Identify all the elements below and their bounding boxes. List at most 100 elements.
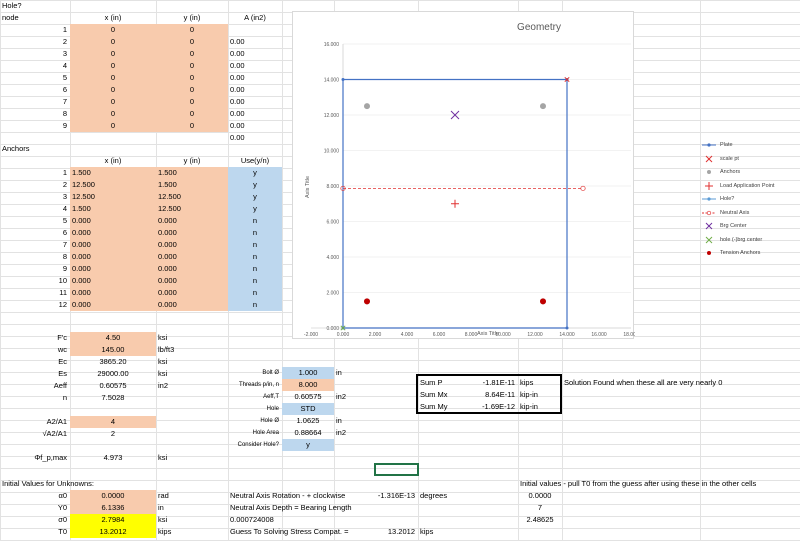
anchor-use-cell[interactable]: n <box>228 215 282 227</box>
anchor-y-cell[interactable]: 12.500 <box>156 203 228 215</box>
anchor-number: 9 <box>62 264 67 273</box>
bolt-unit <box>334 403 394 415</box>
anchor-number: 1 <box>62 168 67 177</box>
anchor-number: 6 <box>62 228 67 237</box>
anchor-use-cell[interactable]: n <box>228 287 282 299</box>
bolt-label: Bolt Ø <box>262 370 279 376</box>
hole-y-cell[interactable]: 0 <box>156 36 228 48</box>
legend-marker <box>705 181 713 190</box>
bolt-label: Threads p/in, n <box>238 382 279 388</box>
anchor-y-cell[interactable]: 1.500 <box>156 167 228 179</box>
anchor-y-cell[interactable]: 0.000 <box>156 215 228 227</box>
anchor-x-cell[interactable]: 1.500 <box>70 167 156 179</box>
property-value[interactable]: 4.50 <box>70 332 156 344</box>
hole-y-cell[interactable]: 0 <box>156 96 228 108</box>
selected-cell[interactable] <box>374 463 419 476</box>
anchor-y-cell[interactable]: 0.000 <box>156 251 228 263</box>
hole-extra-area: 0.00 <box>230 133 245 142</box>
unknown-value[interactable]: 13.2012 <box>70 526 156 538</box>
anchor-x-cell[interactable]: 0.000 <box>70 275 156 287</box>
bolt-value[interactable]: 8.000 <box>282 379 334 391</box>
anchor-use-cell[interactable]: y <box>228 179 282 191</box>
hole-y-cell[interactable]: 0 <box>156 120 228 132</box>
tension-anchor-point <box>540 298 546 305</box>
property-value[interactable]: 145.00 <box>70 344 156 356</box>
anchor-x-cell[interactable]: 0.000 <box>70 251 156 263</box>
anchor-y-cell[interactable]: 0.000 <box>156 299 228 311</box>
anchor-x-cell[interactable]: 1.500 <box>70 203 156 215</box>
anchor-x-cell[interactable]: 12.500 <box>70 179 156 191</box>
anchor-y-cell[interactable]: 0.000 <box>156 227 228 239</box>
bolt-value[interactable]: y <box>282 439 334 451</box>
anchor-use-cell[interactable]: n <box>228 263 282 275</box>
hole-y-cell[interactable]: 0 <box>156 24 228 36</box>
unknown-value[interactable]: 2.7984 <box>70 514 156 526</box>
bolt-label: Hole Ø <box>260 418 279 424</box>
hole-area-cell: 0.00 <box>230 61 245 70</box>
anchor-use-cell[interactable]: y <box>228 191 282 203</box>
sum-unit: kip-in <box>520 402 538 411</box>
unknown-value[interactable]: 0.0000 <box>70 490 156 502</box>
unknown-extra-value <box>368 514 418 526</box>
hole-x-cell[interactable]: 0 <box>70 36 156 48</box>
hole-x-cell[interactable]: 0 <box>70 72 156 84</box>
hole-node-number: 1 <box>62 25 67 34</box>
anchor-x-cell[interactable]: 0.000 <box>70 287 156 299</box>
anchor-y-cell[interactable]: 0.000 <box>156 263 228 275</box>
unknown-initial-value <box>518 526 562 538</box>
anchor-use-cell[interactable]: n <box>228 251 282 263</box>
property-unit <box>156 392 228 404</box>
anchor-use-cell[interactable]: n <box>228 299 282 311</box>
hole-y-cell[interactable]: 0 <box>156 108 228 120</box>
hole-x-cell[interactable]: 0 <box>70 108 156 120</box>
hole-x-cell[interactable]: 0 <box>70 60 156 72</box>
hole-y-cell[interactable]: 0 <box>156 60 228 72</box>
hole-y-cell[interactable]: 0 <box>156 48 228 60</box>
hole-node-number: 3 <box>62 49 67 58</box>
hole-x-cell[interactable]: 0 <box>70 84 156 96</box>
anchor-use-cell[interactable]: y <box>228 203 282 215</box>
property-unit <box>156 440 228 452</box>
property-value: 29000.00 <box>97 369 129 378</box>
property-unit <box>156 428 228 440</box>
hole-x-cell[interactable]: 0 <box>70 120 156 132</box>
anchor-y-cell[interactable]: 0.000 <box>156 275 228 287</box>
anchor-use-cell[interactable]: n <box>228 239 282 251</box>
anchor-x-cell[interactable]: 0.000 <box>70 239 156 251</box>
bolt-value[interactable]: STD <box>282 403 334 415</box>
x-tick-label: 6.000 <box>433 332 446 338</box>
x-tick-label: 8.000 <box>465 332 478 338</box>
sum-value: 8.64E-11 <box>485 390 515 399</box>
unknown-value[interactable]: 6.1336 <box>70 502 156 514</box>
hole-x-cell[interactable]: 0 <box>70 96 156 108</box>
property-value[interactable]: 4 <box>70 416 156 428</box>
unknown-unit: kips <box>158 527 172 536</box>
anchor-y-cell[interactable]: 0.000 <box>156 239 228 251</box>
property-label: √A2/A1 <box>42 429 67 438</box>
anchor-number: 4 <box>62 204 67 213</box>
anchor-use-cell[interactable]: n <box>228 227 282 239</box>
property-value: 2 <box>110 429 116 438</box>
anchor-x-cell[interactable]: 0.000 <box>70 263 156 275</box>
anchor-y-cell[interactable]: 12.500 <box>156 191 228 203</box>
hole-x-cell[interactable]: 0 <box>70 48 156 60</box>
anchor-use-cell[interactable]: n <box>228 275 282 287</box>
hole-y-cell[interactable]: 0 <box>156 72 228 84</box>
bolt-value[interactable]: 1.000 <box>282 367 334 379</box>
anchor-x-cell[interactable]: 12.500 <box>70 191 156 203</box>
x-tick-label: 18.000 <box>623 332 635 338</box>
geometry-chart[interactable]: Geometry Axis Title Axis Title 0.000 2.00… <box>292 11 639 339</box>
hole-area-cell: 0.00 <box>230 97 245 106</box>
legend-label: Hole? <box>720 196 735 202</box>
anchor-use-cell[interactable]: y <box>228 167 282 179</box>
hole-x-cell[interactable]: 0 <box>70 24 156 36</box>
anchor-y-cell[interactable]: 1.500 <box>156 179 228 191</box>
x-tick-label: 4.000 <box>401 332 414 338</box>
anchor-x-cell[interactable]: 0.000 <box>70 299 156 311</box>
anchor-x-cell[interactable]: 0.000 <box>70 215 156 227</box>
y-tick-label: 4.000 <box>326 255 339 261</box>
hole-y-cell[interactable]: 0 <box>156 84 228 96</box>
bolt-value: 1.0625 <box>296 416 320 425</box>
anchor-y-cell[interactable]: 0.000 <box>156 287 228 299</box>
anchor-x-cell[interactable]: 0.000 <box>70 227 156 239</box>
